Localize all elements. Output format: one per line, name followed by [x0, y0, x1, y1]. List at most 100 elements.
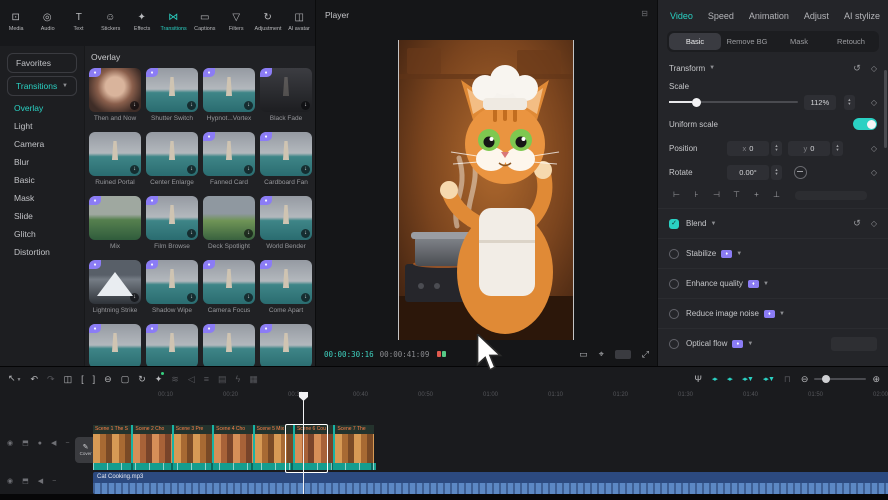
download-icon[interactable]: ↓ [301, 165, 310, 174]
player-options-icon[interactable]: ⊟ [641, 9, 648, 18]
aspect-ratio-icon[interactable]: ▭ [579, 349, 588, 360]
reset-transform-icon[interactable]: ↺ [853, 63, 861, 74]
timeline-clip-scene-2-cho[interactable]: Scene 2 Cho [133, 425, 173, 463]
download-icon[interactable]: ↓ [301, 229, 310, 238]
toolbar-text[interactable]: TText [63, 12, 95, 32]
sidebar-item-slide[interactable]: Slide [0, 207, 84, 225]
position-x-stepper[interactable]: ▲▼ [771, 141, 782, 156]
collapse-track-icon[interactable]: − [52, 478, 56, 485]
transition-item-camera-focus[interactable]: ♦↓Camera Focus [203, 260, 255, 315]
mute-track-icon[interactable]: ◀ [51, 439, 56, 447]
reset-icon[interactable]: ↺ [853, 218, 861, 229]
transition-item-cardboard-fan[interactable]: ♦↓Cardboard Fan [260, 132, 312, 187]
toolbar-media[interactable]: ⊡Media [0, 12, 32, 32]
rotate-keyframe-icon[interactable]: ◇ [871, 168, 877, 177]
sidebar-item-favorites[interactable]: Favorites [7, 53, 77, 73]
download-icon[interactable]: ↓ [301, 293, 310, 302]
position-keyframe-icon[interactable]: ◇ [871, 144, 877, 153]
align-icon-1[interactable]: ⊦ [689, 189, 704, 201]
sidebar-item-camera[interactable]: Camera [0, 135, 84, 153]
scale-stepper[interactable]: ▲▼ [844, 95, 855, 110]
rotate-stepper[interactable]: ▲▼ [771, 165, 782, 180]
hide-track-icon[interactable]: ◉ [7, 477, 13, 485]
download-icon[interactable]: ↓ [244, 293, 253, 302]
scale-keyframe-icon[interactable]: ◇ [871, 98, 877, 107]
transition-item-center-enlarge[interactable]: ↓Center Enlarge [146, 132, 198, 187]
uniform-scale-toggle[interactable] [853, 118, 877, 130]
transition-item-shutter-switch[interactable]: ♦↓Shutter Switch [146, 68, 198, 123]
solo-track-icon[interactable]: ● [38, 440, 42, 447]
toolbar-transitions[interactable]: ⋈Transitions [158, 12, 190, 32]
chevron-down-icon[interactable]: ▼ [779, 311, 785, 317]
record-voiceover-button[interactable]: Ψ [694, 373, 702, 385]
toolbar-effects[interactable]: ✦Effects [126, 12, 158, 32]
preview-focus-icon[interactable]: ⌖ [599, 349, 604, 360]
reverse-button[interactable]: ↻ [138, 373, 146, 385]
effects-tool-button[interactable]: ϟ [236, 373, 241, 385]
timeline-clip-scene-4-cho[interactable]: Scene 4 Cho [214, 425, 254, 463]
scale-value-field[interactable]: 112% [804, 95, 836, 110]
transition-item-item[interactable]: ♦ [146, 324, 198, 366]
toolbar-stickers[interactable]: ☺Stickers [95, 12, 127, 32]
transition-item-mix[interactable]: ♦Mix [89, 196, 141, 251]
zoom-in-button[interactable]: ⊕ [872, 373, 880, 385]
audio-tool-button[interactable]: ◁ [188, 373, 195, 385]
sidebar-item-mask[interactable]: Mask [0, 189, 84, 207]
transition-item-hypnot-vortex[interactable]: ♦↓Hypnot...Vortex [203, 68, 255, 123]
tab-ai-stylize[interactable]: AI stylize [844, 11, 880, 21]
transition-item-shadow-wipe[interactable]: ♦↓Shadow Wipe [146, 260, 198, 315]
smart-tools-button[interactable]: ✦ [155, 373, 163, 385]
transition-item-fanned-card[interactable]: ♦↓Fanned Card [203, 132, 255, 187]
snapping-button[interactable]: ⊓ [784, 373, 791, 385]
rotate-dial[interactable] [794, 166, 807, 179]
quality-badge-icon[interactable] [615, 350, 631, 359]
grid-tool-button[interactable]: ▦ [249, 373, 258, 385]
trim-left-button[interactable]: [ [81, 373, 84, 385]
transition-item-world-bender[interactable]: ♦↓World Bender [260, 196, 312, 251]
tab-animation[interactable]: Animation [749, 11, 789, 21]
toolbar-ai-avatar[interactable]: ◫AI avatar [284, 12, 316, 32]
toolbar-audio[interactable]: ◎Audio [32, 12, 64, 32]
sidebar-item-glitch[interactable]: Glitch [0, 225, 84, 243]
sidebar-item-light[interactable]: Light [0, 117, 84, 135]
align-icon-2[interactable]: ⊣ [709, 189, 724, 201]
hide-track-icon[interactable]: ◉ [7, 439, 13, 447]
sidebar-item-blur[interactable]: Blur [0, 153, 84, 171]
toolbar-filters[interactable]: ▽Filters [221, 12, 253, 32]
beat-strip[interactable] [93, 463, 376, 470]
align-icon-5[interactable]: ⊥ [769, 189, 784, 201]
sidebar-item-overlay[interactable]: Overlay [0, 99, 84, 117]
scale-slider-handle[interactable] [692, 98, 701, 107]
reduce-image-noise-checkbox[interactable] [669, 309, 679, 319]
delete-button[interactable]: ⊖ [104, 373, 112, 385]
timeline-clip-scene-7-the[interactable]: Scene 7 The [335, 425, 373, 463]
transition-item-black-fade[interactable]: ♦↓Black Fade [260, 68, 312, 123]
align-icon-0[interactable]: ⊢ [669, 189, 684, 201]
chevron-down-icon[interactable]: ▼ [709, 65, 715, 71]
sidebar-item-transitions[interactable]: Transitions▼ [7, 76, 77, 96]
blend-checkbox[interactable]: ✓ [669, 219, 679, 229]
keyframe-prev-button[interactable]: ◂▸ [727, 375, 732, 383]
transition-item-item[interactable]: ♦ [260, 324, 312, 366]
tab-adjust[interactable]: Adjust [804, 11, 829, 21]
download-icon[interactable]: ↓ [244, 165, 253, 174]
lock-track-icon[interactable]: ⬒ [22, 477, 29, 485]
transition-item-item[interactable]: ♦ [203, 324, 255, 366]
timeline-clip-scene-1-the-s[interactable]: Scene 1 The S [93, 425, 133, 463]
sidebar-item-distortion[interactable]: Distortion [0, 243, 84, 261]
transition-tool-button[interactable]: ≋ [171, 373, 179, 385]
freeze-frame-button[interactable]: ▢ [121, 373, 130, 385]
position-x-field[interactable]: x0 [727, 141, 769, 156]
zoom-out-button[interactable]: ⊖ [801, 373, 809, 385]
split-button[interactable]: ◫ [64, 373, 73, 385]
audio-clip[interactable]: Cat Cooking.mp3 [93, 472, 888, 494]
chevron-down-icon[interactable]: ▼ [710, 221, 716, 227]
auto-keyframe-button[interactable]: ◂▸ [712, 375, 717, 383]
mixer-tool-button[interactable]: ▤ [218, 373, 227, 385]
download-icon[interactable]: ↓ [130, 293, 139, 302]
transition-item-item[interactable]: ♦ [89, 324, 141, 366]
tracks-tool-button[interactable]: ≡ [204, 373, 209, 385]
download-icon[interactable]: ↓ [244, 101, 253, 110]
timeline-zoom-slider[interactable] [814, 378, 866, 380]
tab-speed[interactable]: Speed [708, 11, 734, 21]
